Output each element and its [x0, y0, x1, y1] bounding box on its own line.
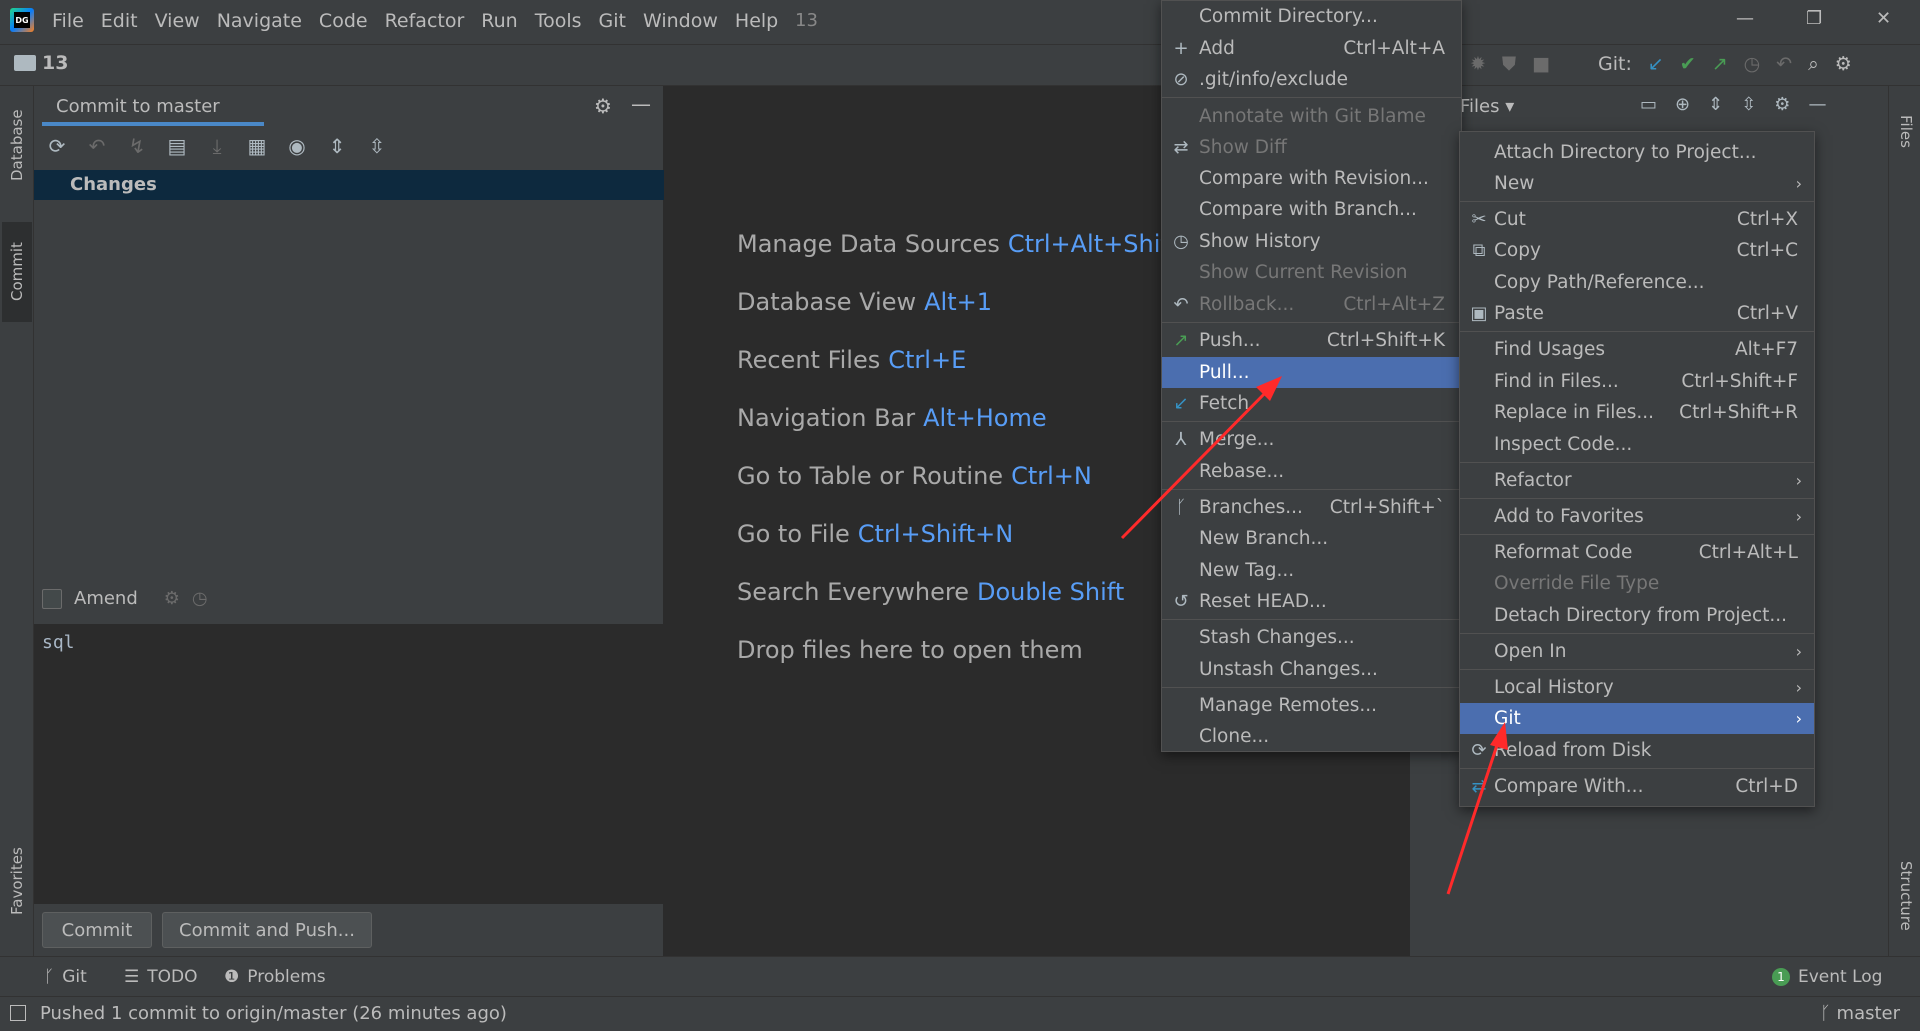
status-message[interactable]: Pushed 1 commit to origin/master (26 min…	[40, 1003, 507, 1024]
red-arrow-to-git	[1446, 722, 1508, 895]
tool-problems[interactable]: ❶ Problems	[224, 967, 326, 987]
todo-list-icon: ☰	[124, 967, 140, 987]
red-arrow-to-pull	[1120, 376, 1282, 540]
git-branch-widget[interactable]: ᚴ master	[1820, 1003, 1900, 1024]
event-count-badge: 1	[1772, 968, 1790, 986]
branch-icon: ᚴ	[44, 967, 55, 987]
status-bar: Pushed 1 commit to origin/master (26 min…	[0, 996, 1920, 1031]
tool-git[interactable]: ᚴ Git	[44, 967, 87, 987]
problems-icon: ❶	[224, 967, 240, 987]
toggle-tool-windows-icon[interactable]	[10, 1005, 26, 1021]
branch-icon: ᚴ	[1820, 1003, 1837, 1024]
tool-event-log[interactable]: 1 Event Log	[1772, 967, 1882, 987]
annotation-arrows	[1120, 376, 1508, 895]
tool-todo[interactable]: ☰ TODO	[124, 967, 198, 987]
bottom-tool-bar: ᚴ Git ☰ TODO ❶ Problems 1 Event Log	[0, 956, 1920, 996]
